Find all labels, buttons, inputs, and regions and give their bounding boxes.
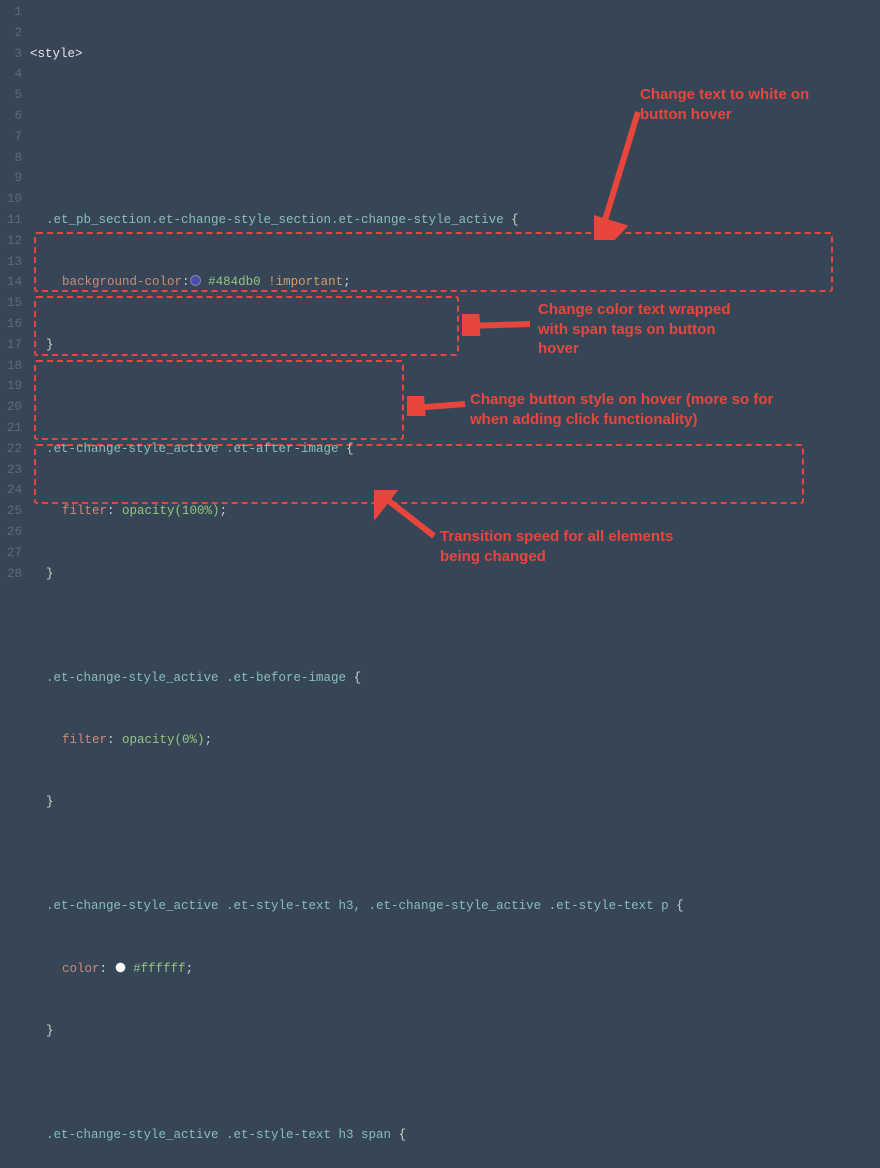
annotation-label-4: Transition speed for all elements being … [440,527,690,566]
css-selector: .et_pb_section.et-change-style_section.e… [46,213,504,227]
line-number: 18 [0,356,30,377]
line-number: 4 [0,64,30,85]
line-number: 16 [0,314,30,335]
line-number: 2 [0,23,30,44]
annotation-label-1: Change text to white on button hover [640,85,850,124]
arrow-icon [462,314,532,336]
arrow-icon [374,490,444,540]
line-number: 26 [0,522,30,543]
code-editor[interactable]: 1234567891011121314151617181920212223242… [0,0,880,1168]
css-property: filter [62,733,107,747]
css-selector: .et-change-style_active .et-style-text h… [46,1128,391,1142]
line-number: 22 [0,439,30,460]
line-number: 15 [0,293,30,314]
line-number: 27 [0,543,30,564]
line-number: 1 [0,2,30,23]
arrow-icon [407,396,467,416]
line-number: 14 [0,272,30,293]
line-gutter: 1234567891011121314151617181920212223242… [0,0,30,1168]
line-number: 11 [0,210,30,231]
code-area[interactable]: <style> .et_pb_section.et-change-style_s… [30,0,880,1168]
line-number: 20 [0,397,30,418]
line-number: 13 [0,252,30,273]
line-number: 5 [0,85,30,106]
annotation-label-3: Change button style on hover (more so fo… [470,390,800,429]
line-number: 10 [0,189,30,210]
line-number: 7 [0,127,30,148]
line-number: 12 [0,231,30,252]
line-number: 17 [0,335,30,356]
css-selector: .et-change-style_active .et-style-text h… [46,899,669,913]
css-selector: .et-change-style_active .et-before-image [46,671,346,685]
css-property: filter [62,504,107,518]
line-number: 9 [0,168,30,189]
line-number: 3 [0,44,30,65]
color-swatch-icon [115,962,126,973]
line-number: 28 [0,564,30,585]
color-swatch-icon [190,275,201,286]
line-number: 24 [0,480,30,501]
css-selector: .et-change-style_active .et-after-image [46,442,339,456]
line-number: 23 [0,460,30,481]
style-open-tag: <style> [30,47,83,61]
css-property: color [62,962,100,976]
css-property: background-color [62,275,182,289]
annotation-label-2: Change color text wrapped with span tags… [538,300,738,359]
line-number: 8 [0,148,30,169]
line-number: 25 [0,501,30,522]
arrow-icon [594,110,654,240]
line-number: 6 [0,106,30,127]
line-number: 21 [0,418,30,439]
line-number: 19 [0,376,30,397]
